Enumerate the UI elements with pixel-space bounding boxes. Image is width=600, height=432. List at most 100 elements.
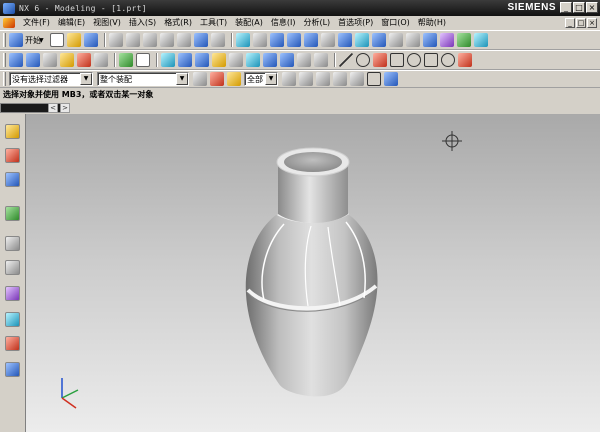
part-navigator-icon[interactable]	[5, 172, 20, 187]
menu-edit[interactable]: 编辑(E)	[54, 16, 89, 30]
thicken-icon[interactable]	[280, 53, 294, 67]
view-section-icon[interactable]	[473, 33, 488, 47]
snap-filter-select[interactable]: 全部 ▼	[244, 72, 278, 86]
process-studio-icon[interactable]	[5, 312, 20, 327]
paste-icon[interactable]	[142, 33, 157, 47]
doc-minimize-button[interactable]: _	[565, 18, 575, 28]
selection-scope-select[interactable]: 整个装配 ▼	[97, 72, 189, 86]
fit-icon[interactable]	[252, 33, 267, 47]
web-browser-icon[interactable]	[5, 362, 20, 377]
pan-icon[interactable]	[320, 33, 335, 47]
menu-format[interactable]: 格式(R)	[160, 16, 196, 30]
spline-icon[interactable]	[424, 53, 438, 67]
reuse-library-icon[interactable]	[5, 206, 20, 221]
trim-body-icon[interactable]	[246, 53, 260, 67]
menu-insert[interactable]: 插入(S)	[125, 16, 160, 30]
line-icon[interactable]	[339, 53, 353, 67]
rotate-icon[interactable]	[303, 33, 318, 47]
pattern-icon[interactable]	[297, 53, 311, 67]
nx-app-icon[interactable]	[3, 2, 15, 14]
menu-tools[interactable]: 工具(T)	[196, 16, 231, 30]
chamfer-icon[interactable]	[178, 53, 192, 67]
rectangle-icon[interactable]	[390, 53, 404, 67]
menu-file[interactable]: 文件(F)	[19, 16, 54, 30]
history-icon[interactable]	[5, 236, 20, 251]
toolbar-grip[interactable]	[3, 33, 6, 47]
feature-selection-icon[interactable]	[210, 72, 224, 86]
menu-preferences[interactable]: 首选项(P)	[334, 16, 377, 30]
menu-information[interactable]: 信息(I)	[267, 16, 300, 30]
shaded-icon[interactable]	[354, 33, 369, 47]
close-button[interactable]: ×	[586, 2, 598, 13]
system-materials-icon[interactable]	[5, 260, 20, 275]
intersection-icon[interactable]	[350, 72, 364, 86]
graphics-viewport[interactable]	[26, 114, 600, 432]
command-finder-icon[interactable]	[210, 33, 225, 47]
assembly-navigator-icon[interactable]	[5, 124, 20, 139]
toolbar-grip[interactable]	[3, 72, 6, 86]
chevron-down-icon[interactable]: ▼	[176, 73, 188, 85]
show-hide-icon[interactable]	[456, 33, 471, 47]
fillet-curve-icon[interactable]	[458, 53, 472, 67]
midpoint-icon[interactable]	[316, 72, 330, 86]
layer-settings-icon[interactable]	[405, 33, 420, 47]
arc-icon[interactable]	[356, 53, 370, 67]
start-button[interactable]: 开始 ▼	[9, 33, 46, 47]
toolbar-grip[interactable]	[3, 53, 6, 67]
perspective-icon[interactable]	[337, 33, 352, 47]
polygon-icon[interactable]	[407, 53, 421, 67]
maximize-button[interactable]: □	[573, 2, 585, 13]
control-point-icon[interactable]	[333, 72, 347, 86]
cut-icon[interactable]	[108, 33, 123, 47]
ellipse-icon[interactable]	[441, 53, 455, 67]
menu-help[interactable]: 帮助(H)	[414, 16, 450, 30]
menu-analysis[interactable]: 分析(L)	[299, 16, 334, 30]
minimize-button[interactable]: _	[560, 2, 572, 13]
palette-icon[interactable]	[5, 286, 20, 301]
open-folder-icon[interactable]	[66, 33, 81, 47]
zoom-in-out-icon[interactable]	[286, 33, 301, 47]
point-icon[interactable]	[373, 53, 387, 67]
extrude-icon[interactable]	[26, 53, 40, 67]
display-sheet-icon[interactable]	[439, 33, 454, 47]
menu-assembly[interactable]: 装配(A)	[231, 16, 267, 30]
select-body-icon[interactable]	[384, 72, 398, 86]
rectangle-select-icon[interactable]	[367, 72, 381, 86]
draft-icon[interactable]	[212, 53, 226, 67]
unite-icon[interactable]	[119, 53, 133, 67]
redo-icon[interactable]	[176, 33, 191, 47]
endpoint-icon[interactable]	[299, 72, 313, 86]
orient-view-icon[interactable]	[371, 33, 386, 47]
roles-icon[interactable]	[5, 336, 20, 351]
snap-point-icon[interactable]	[227, 72, 241, 86]
zoom-icon[interactable]	[269, 33, 284, 47]
doc-restore-button[interactable]: □	[576, 18, 586, 28]
datum-plane-icon[interactable]	[60, 53, 74, 67]
copy-icon[interactable]	[125, 33, 140, 47]
sketch-icon[interactable]	[9, 53, 23, 67]
menu-view[interactable]: 视图(V)	[89, 16, 125, 30]
chevron-down-icon[interactable]: ▼	[265, 73, 277, 85]
curve-rule-icon[interactable]	[282, 72, 296, 86]
boss-icon[interactable]	[94, 53, 108, 67]
offset-face-icon[interactable]	[229, 53, 243, 67]
save-icon[interactable]	[83, 33, 98, 47]
new-file-icon[interactable]	[49, 33, 64, 47]
wcs-icon[interactable]	[422, 33, 437, 47]
split-body-icon[interactable]	[263, 53, 277, 67]
tab-prev-button[interactable]: <	[48, 103, 58, 113]
general-selection-icon[interactable]	[193, 72, 207, 86]
tab-next-button[interactable]: >	[60, 103, 70, 113]
mirror-icon[interactable]	[314, 53, 328, 67]
hole-icon[interactable]	[77, 53, 91, 67]
doc-close-button[interactable]: ×	[587, 18, 597, 28]
shell-icon[interactable]	[195, 53, 209, 67]
subtract-icon[interactable]	[136, 53, 150, 67]
chevron-down-icon[interactable]: ▼	[80, 73, 92, 85]
document-icon[interactable]	[3, 18, 15, 28]
menu-window[interactable]: 窗口(O)	[377, 16, 414, 30]
refresh-icon[interactable]	[235, 33, 250, 47]
edge-blend-icon[interactable]	[161, 53, 175, 67]
repeat-command-icon[interactable]	[193, 33, 208, 47]
revolve-icon[interactable]	[43, 53, 57, 67]
